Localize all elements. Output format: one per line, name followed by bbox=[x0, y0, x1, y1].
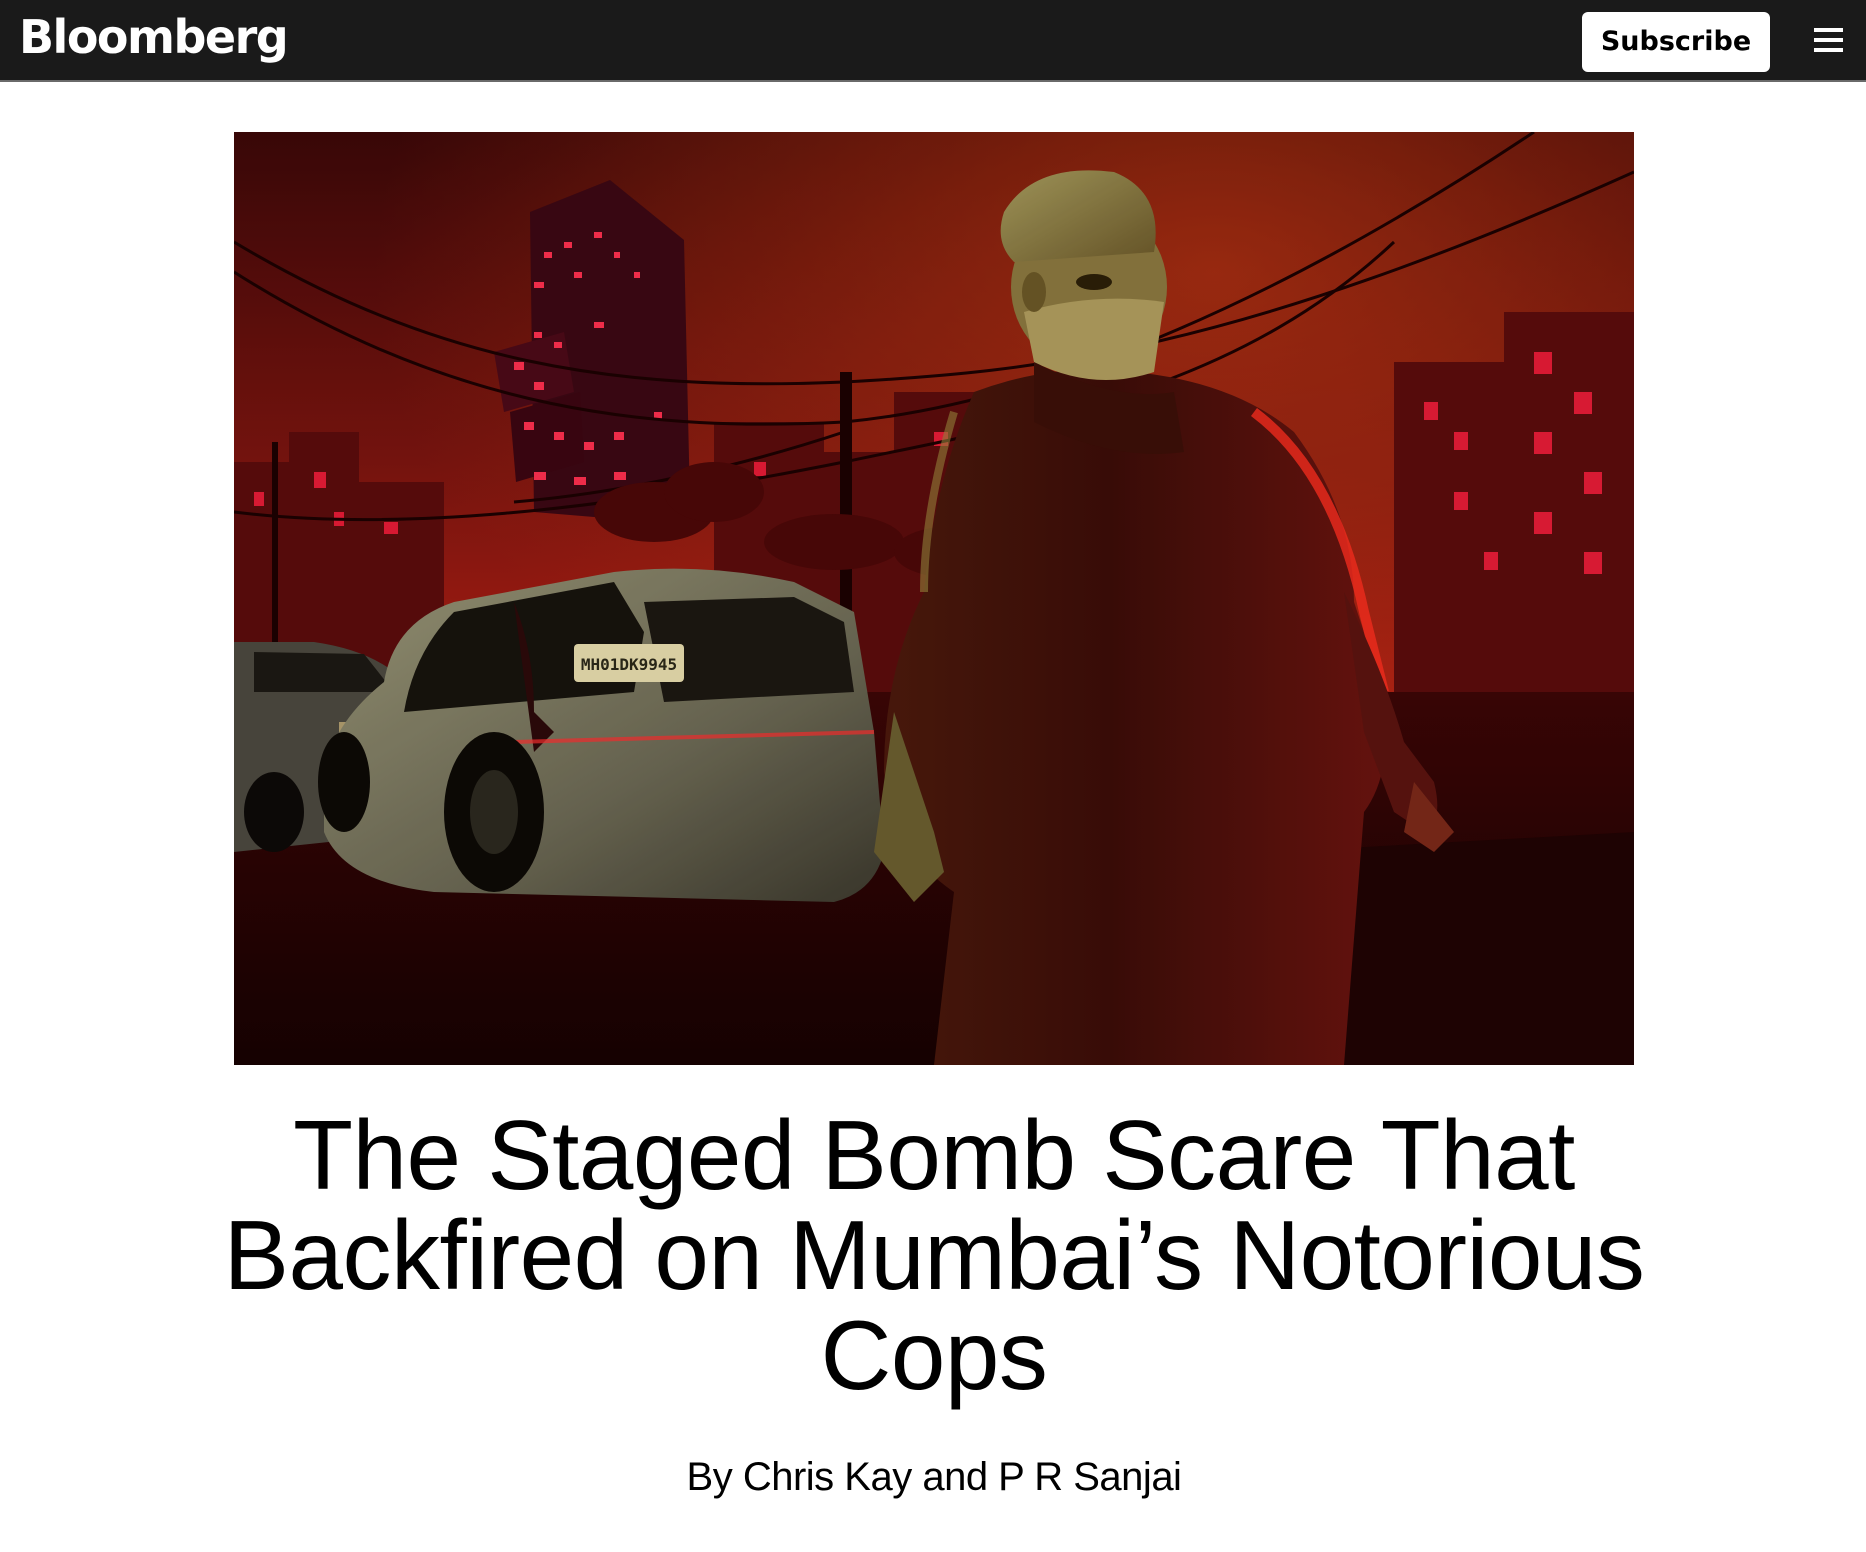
bloomberg-logo[interactable]: Bloomberg bbox=[19, 9, 289, 65]
hamburger-menu-icon[interactable] bbox=[1814, 26, 1844, 56]
hero-illustration: MH01DK9945 bbox=[234, 132, 1634, 1065]
subscribe-button[interactable]: Subscribe bbox=[1582, 12, 1770, 72]
article-headline: The Staged Bomb Scare That Backfired on … bbox=[223, 1100, 1645, 1410]
article-byline: By Chris Kay and P R Sanjai bbox=[686, 1455, 1182, 1499]
top-navigation-bar: Bloomberg Subscribe bbox=[0, 0, 1866, 82]
